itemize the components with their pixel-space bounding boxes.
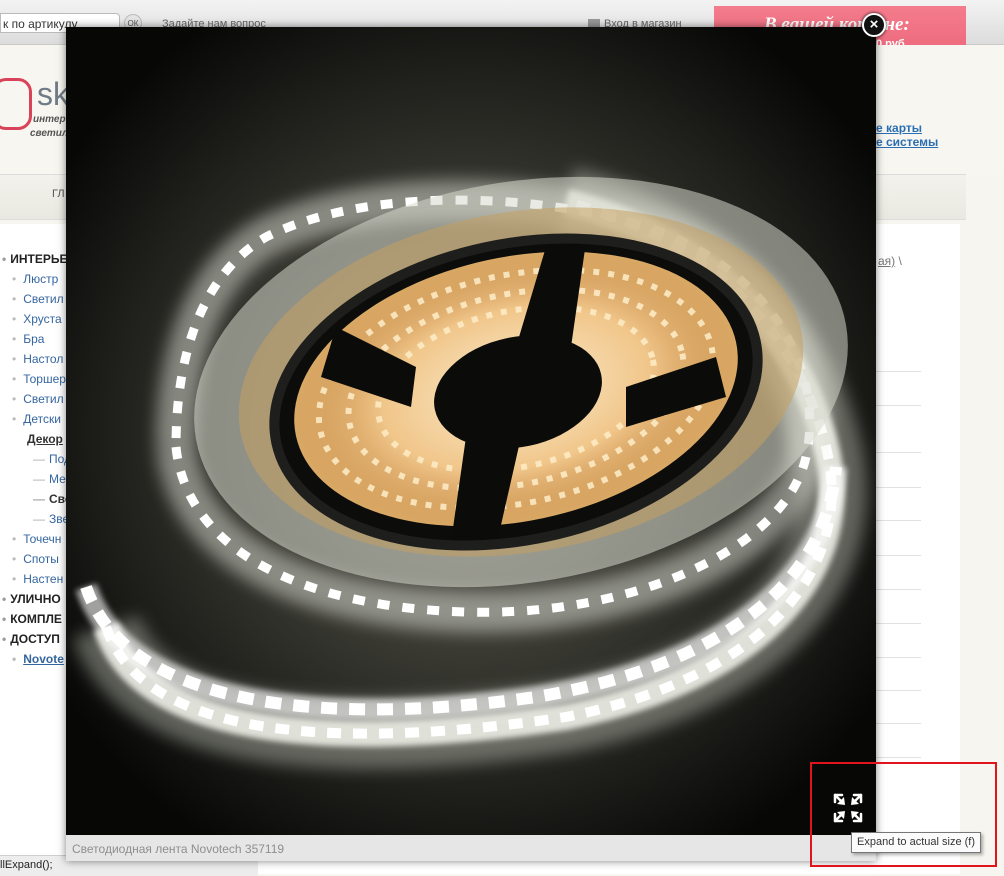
divider (876, 371, 921, 372)
sidebar-subitem[interactable]: Зве (33, 512, 69, 526)
sidebar-item[interactable]: Светил (12, 392, 63, 406)
logo-tagline-2: светил (30, 128, 69, 139)
payment-cards-link[interactable]: е карты (876, 121, 922, 135)
divider (876, 723, 921, 724)
divider (876, 487, 921, 488)
divider (876, 555, 921, 556)
logo-text[interactable]: sk (37, 76, 69, 113)
sidebar-cat-accessories[interactable]: ДОСТУП (2, 632, 60, 646)
logo-tagline-1: интер (33, 114, 66, 125)
sidebar-item[interactable]: Светил (12, 292, 63, 306)
expand-arrows-icon (833, 793, 863, 823)
sidebar-item[interactable]: Торшер (12, 372, 66, 386)
image-lightbox: Светодиодная лента Novotech 357119 (66, 27, 876, 861)
product-photo[interactable] (66, 27, 876, 835)
image-caption: Светодиодная лента Novotech 357119 (72, 842, 285, 856)
breadcrumb-separator: \ (895, 254, 902, 268)
divider (876, 405, 921, 406)
sidebar-cat-kits[interactable]: КОМПЛЕ (2, 612, 62, 626)
led-strip-reel-image (66, 27, 876, 835)
divider (876, 690, 921, 691)
sidebar-item[interactable]: Настол (12, 352, 63, 366)
close-icon[interactable]: × (862, 13, 886, 37)
nav-item-home[interactable]: ГЛ (52, 188, 65, 200)
sidebar-item[interactable]: Бра (12, 332, 44, 346)
sidebar-brand-link[interactable]: Novote (12, 652, 64, 666)
sidebar-item-active[interactable]: Декор (27, 432, 63, 446)
expand-tooltip: Expand to actual size (f) (851, 832, 982, 853)
sidebar-cat-interior[interactable]: ИНТЕРЬЕ (2, 252, 67, 266)
sidebar-item[interactable]: Хруста (12, 312, 61, 326)
divider (876, 657, 921, 658)
divider (876, 452, 921, 453)
breadcrumb: ая) \ (878, 254, 902, 268)
sidebar-item[interactable]: Точечн (12, 532, 61, 546)
divider (876, 623, 921, 624)
breadcrumb-link[interactable]: ая) (878, 254, 895, 268)
sidebar-item[interactable]: Споты (12, 552, 59, 566)
payment-systems-link[interactable]: е системы (876, 135, 938, 149)
logo-icon[interactable] (0, 78, 32, 130)
divider (876, 589, 921, 590)
divider (876, 520, 921, 521)
sidebar-cat-street[interactable]: УЛИЧНО (2, 592, 60, 606)
divider (876, 757, 921, 758)
sidebar-item[interactable]: Настен (12, 572, 63, 586)
sidebar-item[interactable]: Детски (12, 412, 61, 426)
sidebar-item[interactable]: Люстр (12, 272, 58, 286)
expand-icon[interactable] (832, 792, 864, 824)
